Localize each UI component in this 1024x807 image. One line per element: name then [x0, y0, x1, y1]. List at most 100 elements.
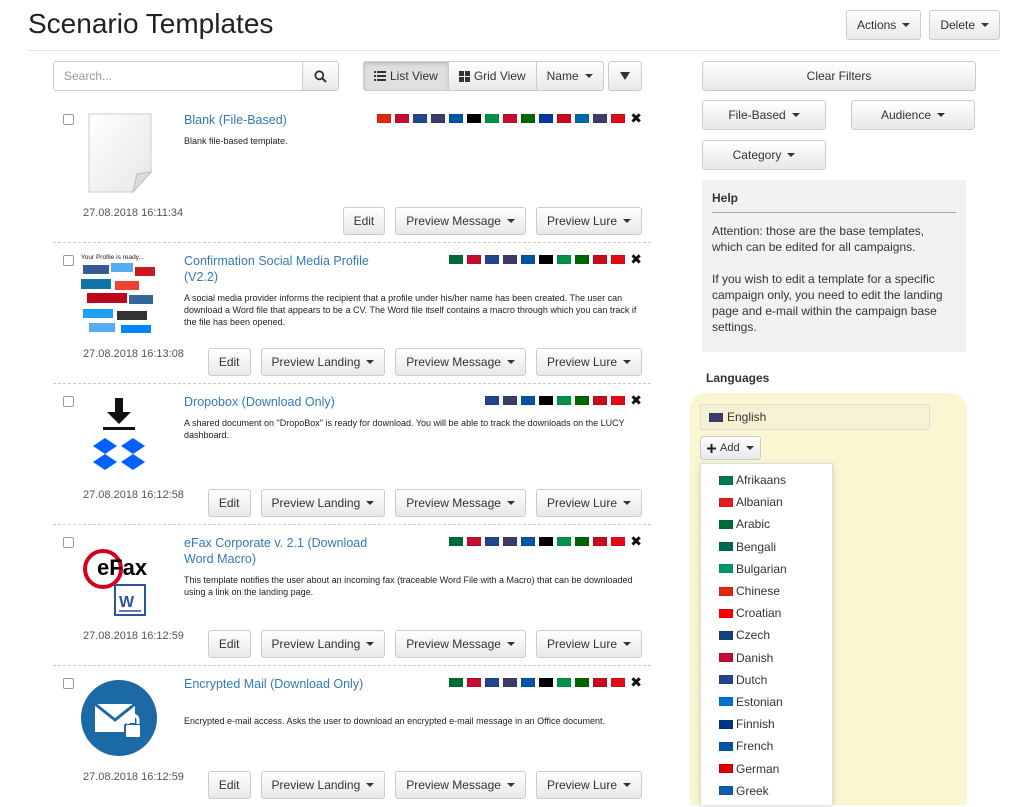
template-name-link[interactable]: Encrypted Mail (Download Only) [184, 676, 374, 692]
template-name-link[interactable]: Dropobox (Download Only) [184, 394, 374, 410]
edit-button[interactable]: Edit [207, 630, 251, 658]
preview-message-button[interactable]: Preview Message [395, 771, 526, 799]
sort-direction-button[interactable] [607, 61, 642, 91]
template-name-link[interactable]: eFax Corporate v. 2.1 (Download Word Mac… [184, 535, 374, 567]
flag-icon [467, 255, 481, 264]
search-input[interactable] [53, 61, 303, 91]
language-option-chinese[interactable]: Chinese [701, 580, 832, 602]
flag-icon [521, 396, 535, 405]
language-option-label: Finnish [736, 717, 775, 732]
template-date: 27.08.2018 16:12:58 [83, 489, 184, 501]
delete-dropdown-button[interactable]: Delete [929, 10, 1000, 40]
flag-icon [503, 537, 517, 546]
flag-icon [719, 497, 733, 507]
language-option-label: Bengali [736, 539, 777, 554]
language-option-afrikaans[interactable]: Afrikaans [701, 469, 832, 491]
language-option-finnish[interactable]: Finnish [701, 713, 832, 735]
flag-icon [467, 114, 481, 123]
select-checkbox[interactable] [63, 678, 74, 689]
actions-label: Actions [856, 18, 897, 32]
list-view-button[interactable]: List View [363, 61, 449, 91]
file-based-filter[interactable]: File-Based [702, 100, 826, 130]
language-option-german[interactable]: German [701, 757, 832, 779]
preview-lure-button[interactable]: Preview Lure [535, 630, 642, 658]
flag-icon [719, 675, 733, 685]
sort-name-dropdown[interactable]: Name [536, 61, 604, 91]
edit-button[interactable]: Edit [207, 771, 251, 799]
language-option-czech[interactable]: Czech [701, 624, 832, 646]
preview-message-button[interactable]: Preview Message [395, 489, 526, 517]
language-option-bulgarian[interactable]: Bulgarian [701, 558, 832, 580]
language-option-french[interactable]: French [701, 735, 832, 757]
language-option-label: Afrikaans [736, 473, 787, 488]
select-checkbox[interactable] [63, 396, 74, 407]
template-name-link[interactable]: Blank (File-Based) [184, 112, 374, 128]
edit-button[interactable]: Edit [207, 489, 251, 517]
language-dropdown-menu: Afrikaans Albanian Arabic Bengali Bulgarian C… [700, 463, 833, 805]
language-option-estonian[interactable]: Estonian [701, 691, 832, 713]
flag-icon [719, 519, 733, 529]
edit-button[interactable]: Edit [207, 348, 251, 376]
preview-message-button[interactable]: Preview Message [395, 207, 526, 235]
flag-icon [719, 608, 733, 618]
flag-icon [449, 255, 463, 264]
preview-message-button[interactable]: Preview Message [395, 630, 526, 658]
flag-icon [719, 564, 733, 574]
preview-lure-label: Preview Lure [546, 778, 617, 792]
clear-filters-button[interactable]: Clear Filters [702, 61, 976, 91]
delete-x-icon[interactable]: ✖ [630, 674, 642, 691]
flag-icon [575, 678, 589, 687]
preview-lure-button[interactable]: Preview Lure [535, 348, 642, 376]
language-option-arabic[interactable]: Arabic [701, 513, 832, 535]
grid-view-button[interactable]: Grid View [448, 61, 537, 91]
audience-filter[interactable]: Audience [851, 100, 975, 130]
template-name-link[interactable]: Confirmation Social Media Profile (V2.2) [184, 253, 374, 285]
template-language-flags [449, 255, 625, 264]
view-toggle-group: List View Grid View Name [363, 61, 604, 92]
preview-landing-button[interactable]: Preview Landing [260, 348, 386, 376]
template-actions: Edit Preview Landing Preview Message Previe… [207, 630, 642, 658]
add-language-button[interactable]: Add [700, 436, 761, 460]
preview-landing-button[interactable]: Preview Landing [260, 489, 386, 517]
language-option-danish[interactable]: Danish [701, 647, 832, 669]
preview-message-button[interactable]: Preview Message [395, 348, 526, 376]
template-thumbnail-encrypted-mail [79, 674, 159, 760]
flag-icon [575, 255, 589, 264]
preview-landing-button[interactable]: Preview Landing [260, 630, 386, 658]
delete-x-icon[interactable]: ✖ [630, 251, 642, 268]
flag-icon [611, 396, 625, 405]
toolbar: List View Grid View Name [53, 61, 643, 92]
preview-lure-button[interactable]: Preview Lure [535, 771, 642, 799]
select-checkbox[interactable] [63, 255, 74, 266]
language-option-croatian[interactable]: Croatian [701, 602, 832, 624]
language-option-label: Czech [736, 628, 771, 643]
svg-text:Your Profile is ready...: Your Profile is ready... [81, 254, 144, 261]
caret-down-icon [791, 113, 800, 117]
template-actions: Edit Preview Landing Preview Message Previe… [207, 348, 642, 376]
edit-button[interactable]: Edit [342, 207, 386, 235]
preview-message-label: Preview Message [406, 778, 501, 792]
flag-icon [485, 255, 499, 264]
category-filter[interactable]: Category [702, 140, 826, 170]
actions-dropdown-button[interactable]: Actions [845, 10, 922, 40]
language-option-dutch[interactable]: Dutch [701, 669, 832, 691]
flag-icon [449, 114, 463, 123]
template-thumbnail-dropbox [79, 392, 159, 478]
select-checkbox[interactable] [63, 537, 74, 548]
flag-icon [593, 537, 607, 546]
preview-lure-button[interactable]: Preview Lure [535, 207, 642, 235]
search-button[interactable] [303, 61, 339, 91]
selected-language-english[interactable]: English [700, 404, 930, 430]
preview-landing-button[interactable]: Preview Landing [260, 771, 386, 799]
language-option-label: Chinese [736, 584, 781, 599]
delete-x-icon[interactable]: ✖ [630, 110, 642, 127]
delete-x-icon[interactable]: ✖ [630, 392, 642, 409]
language-option-albanian[interactable]: Albanian [701, 491, 832, 513]
language-option-bengali[interactable]: Bengali [701, 536, 832, 558]
language-option-greek[interactable]: Greek [701, 780, 832, 802]
preview-lure-button[interactable]: Preview Lure [535, 489, 642, 517]
caret-down-icon [623, 501, 631, 505]
delete-x-icon[interactable]: ✖ [630, 533, 642, 550]
select-checkbox[interactable] [63, 114, 74, 125]
flag-icon [485, 396, 499, 405]
